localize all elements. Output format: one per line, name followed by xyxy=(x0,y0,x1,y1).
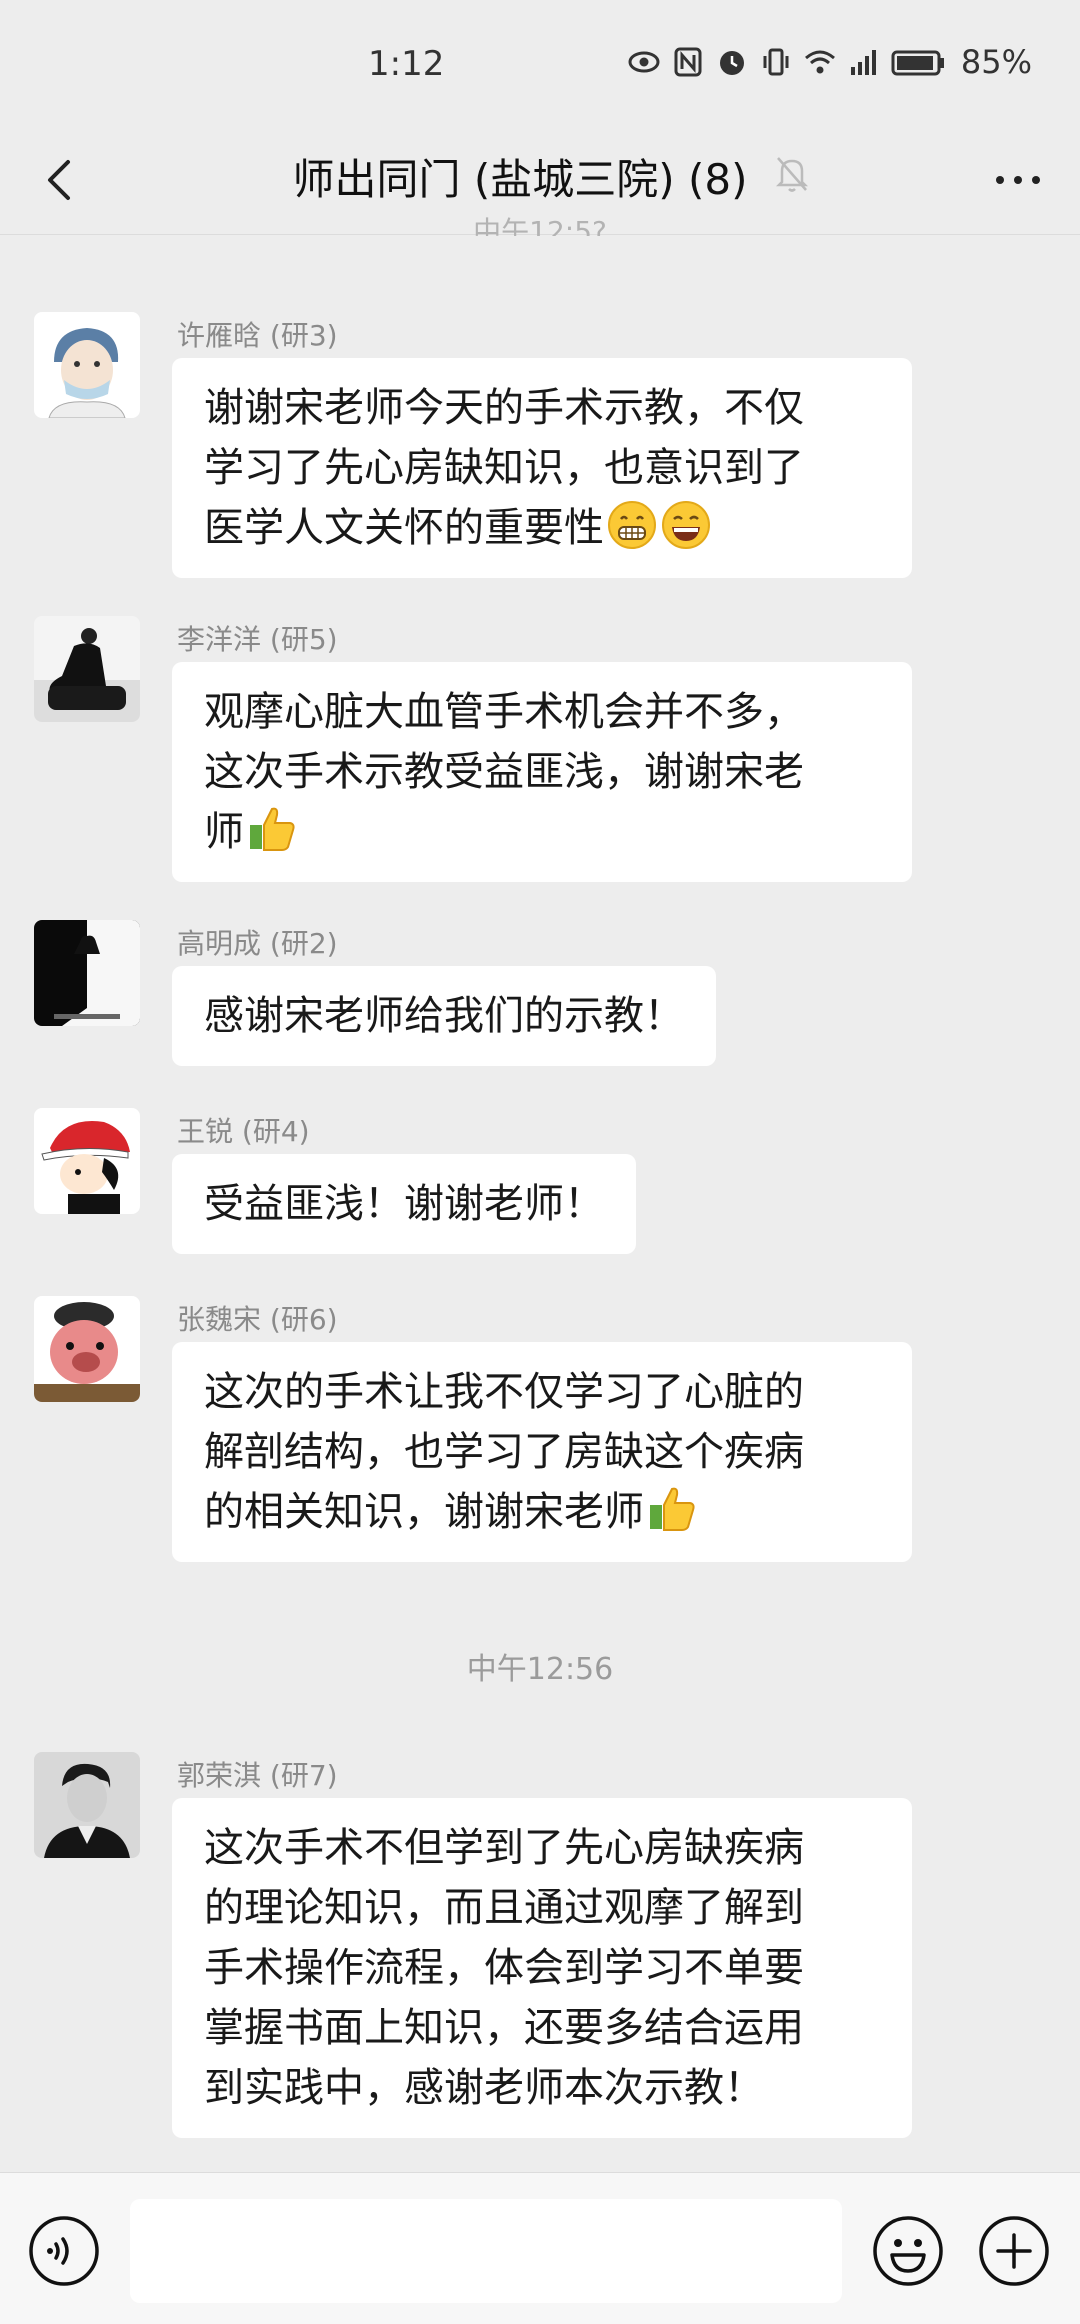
sender-name: 高明成 (研2) xyxy=(177,927,338,960)
message-line: 感谢宋老师给我们的示教！ xyxy=(204,993,684,1039)
voice-icon xyxy=(29,2216,99,2286)
message-line: 解剖结构，也学习了房缺这个疾病 xyxy=(204,1429,804,1475)
message-line: 观摩心脏大血管手术机会并不多， xyxy=(204,689,804,735)
vibrate-icon xyxy=(759,45,793,79)
message-bubble[interactable]: 这次的手术让我不仅学习了心脏的 解剖结构，也学习了房缺这个疾病 的相关知识，谢谢… xyxy=(172,1342,912,1562)
sender-name: 许雁晗 (研3) xyxy=(177,319,338,352)
ellipsis-icon xyxy=(996,176,1040,184)
status-bar: 1:12 85% xyxy=(0,0,1080,130)
status-time: 1:12 xyxy=(368,44,445,84)
message-line: 受益匪浅！谢谢老师！ xyxy=(204,1181,604,1227)
laughing-emoji-icon xyxy=(660,499,712,551)
battery-icon xyxy=(891,45,947,79)
emoji-button[interactable] xyxy=(870,2213,946,2289)
sender-name: 郭荣淇 (研7) xyxy=(177,1759,338,1792)
message-line: 这次的手术让我不仅学习了心脏的 xyxy=(204,1369,804,1415)
message-bubble[interactable]: 观摩心脏大血管手术机会并不多， 这次手术示教受益匪浅，谢谢宋老 师 xyxy=(172,662,912,882)
time-separator: 中午12:56 xyxy=(466,1652,614,1687)
input-bar xyxy=(0,2172,1080,2324)
sender-name: 王锐 (研4) xyxy=(177,1115,310,1148)
message-line: 这次手术不但学到了先心房缺疾病 xyxy=(204,1825,804,1871)
message-line: 谢谢宋老师今天的手术示教，不仅 xyxy=(204,385,804,431)
voice-button[interactable] xyxy=(26,2213,102,2289)
signal-icon xyxy=(847,45,881,79)
more-button[interactable] xyxy=(986,148,1050,212)
message-line: 的相关知识，谢谢宋老师 xyxy=(204,1489,644,1535)
sender-name: 张魏宋 (研6) xyxy=(177,1303,338,1336)
chat-title: 师出同门 (盐城三院) (8) xyxy=(292,155,748,204)
plus-circle-icon xyxy=(979,2216,1049,2286)
message-input[interactable] xyxy=(130,2199,842,2303)
avatar[interactable] xyxy=(34,312,140,418)
message-bubble[interactable]: 这次手术不但学到了先心房缺疾病 的理论知识，而且通过观摩了解到 手术操作流程，体… xyxy=(172,1798,912,2138)
grimace-emoji-icon xyxy=(606,499,658,551)
wifi-icon xyxy=(803,45,837,79)
partial-timestamp: 中午12:5? xyxy=(473,215,607,236)
message-bubble[interactable]: 感谢宋老师给我们的示教！ xyxy=(172,966,716,1066)
more-functions-button[interactable] xyxy=(976,2213,1052,2289)
avatar[interactable] xyxy=(34,920,140,1026)
bell-slash-icon xyxy=(772,152,812,196)
message-line: 手术操作流程，体会到学习不单要 xyxy=(204,1945,804,1991)
message-bubble[interactable]: 谢谢宋老师今天的手术示教，不仅 学习了先心房缺知识，也意识到了 医学人文关怀的重… xyxy=(172,358,912,578)
message-bubble[interactable]: 受益匪浅！谢谢老师！ xyxy=(172,1154,636,1254)
battery-percent: 85% xyxy=(960,43,1032,81)
nfc-icon xyxy=(671,45,705,79)
message-line: 这次手术示教受益匪浅，谢谢宋老 xyxy=(204,749,804,795)
status-icons: 85% xyxy=(627,42,1032,82)
message-line: 的理论知识，而且通过观摩了解到 xyxy=(204,1885,804,1931)
avatar[interactable] xyxy=(34,1108,140,1214)
message-line: 师 xyxy=(204,809,244,855)
message-line: 到实践中，感谢老师本次示教！ xyxy=(204,2065,764,2111)
message-line: 掌握书面上知识，还要多结合运用 xyxy=(204,2005,804,2051)
eye-icon xyxy=(627,45,661,79)
thumbs-up-emoji-icon xyxy=(246,803,298,855)
sender-name: 李洋洋 (研5) xyxy=(177,623,338,656)
smiley-icon xyxy=(873,2216,943,2286)
message-line: 医学人文关怀的重要性 xyxy=(204,505,604,551)
avatar[interactable] xyxy=(34,616,140,722)
alarm-icon xyxy=(715,45,749,79)
avatar[interactable] xyxy=(34,1296,140,1402)
thumbs-up-emoji-icon xyxy=(646,1483,698,1535)
message-line: 学习了先心房缺知识，也意识到了 xyxy=(204,445,804,491)
avatar[interactable] xyxy=(34,1752,140,1858)
